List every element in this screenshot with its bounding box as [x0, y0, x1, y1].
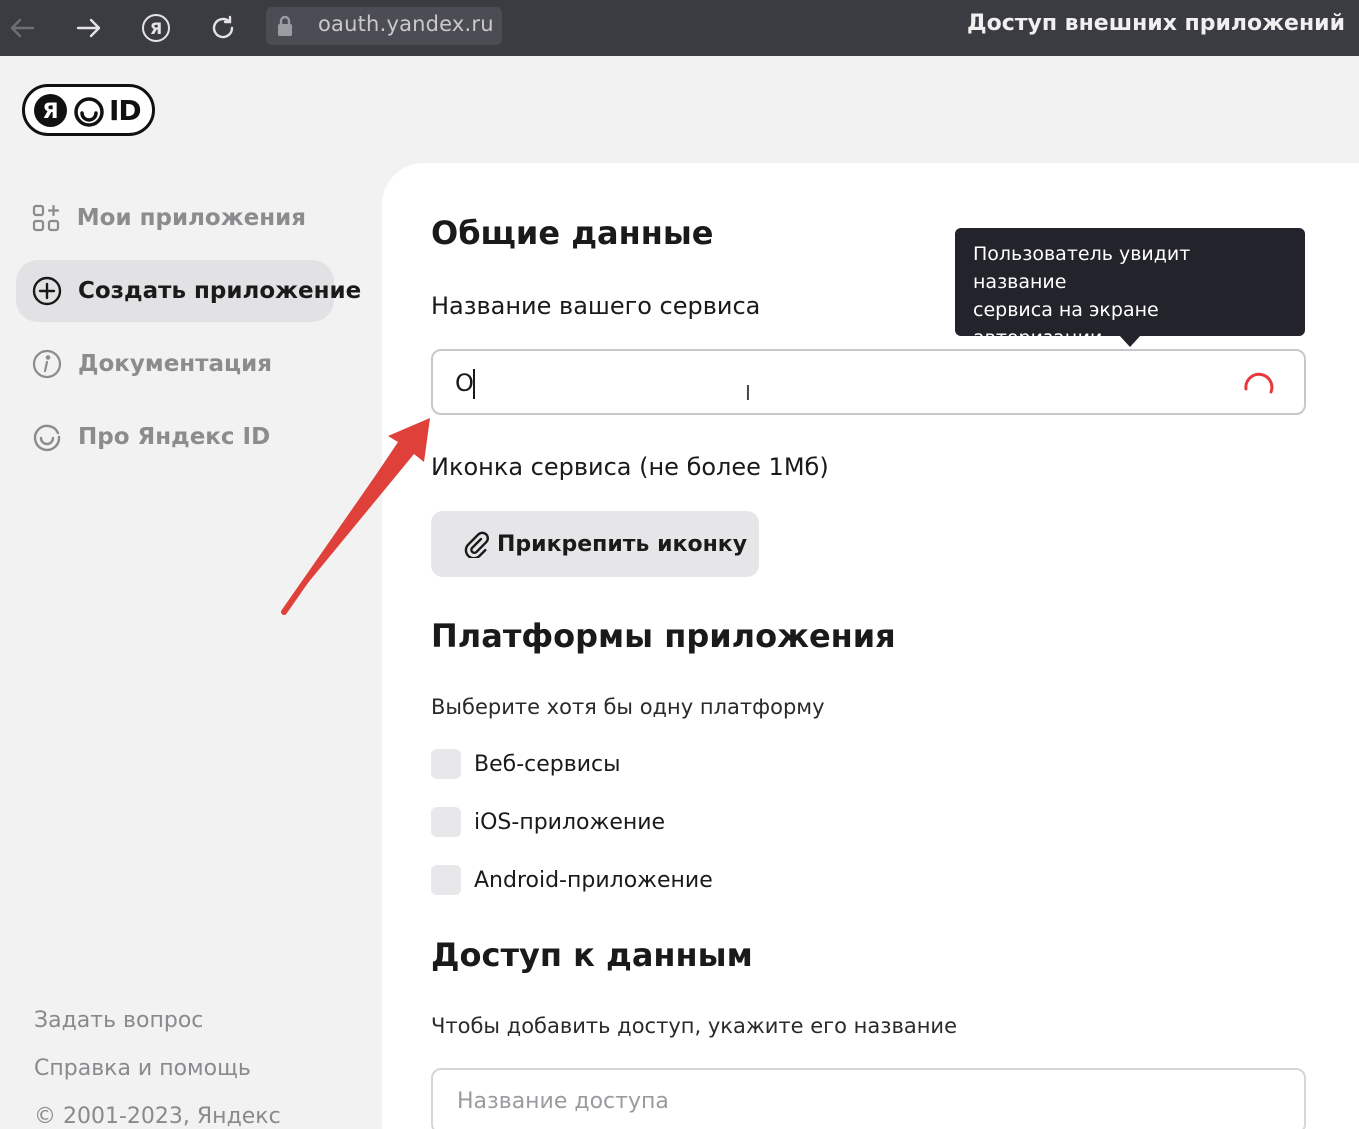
sidebar-item-about-yandex-id[interactable]: Про Яндекс ID	[16, 406, 306, 468]
help-link[interactable]: Справка и помощь	[34, 1056, 251, 1081]
sidebar-item-label: Создать приложение	[78, 278, 362, 304]
yandex-id-logo[interactable]: Я ID	[22, 84, 155, 136]
svg-text:Я: Я	[150, 19, 162, 38]
smile-icon	[73, 96, 105, 132]
plus-circle-icon	[32, 276, 62, 306]
yandex-browser-icon[interactable]: Я	[138, 10, 174, 46]
tooltip-tail	[1119, 335, 1141, 347]
access-name-field[interactable]	[431, 1068, 1306, 1129]
logo-id-text: ID	[109, 94, 142, 127]
attach-icon-button[interactable]: Прикрепить иконку	[431, 511, 759, 577]
browser-toolbar: Я oauth.yandex.ru Доступ внешних приложе…	[0, 0, 1359, 56]
checkbox-label[interactable]: iOS-приложение	[474, 810, 665, 835]
checkbox-label[interactable]: Веб-сервисы	[474, 752, 620, 777]
sidebar-item-label: Документация	[78, 351, 272, 377]
platform-ios-option[interactable]: iOS-приложение	[431, 806, 665, 838]
platforms-hint: Выберите хотя бы одну платформу	[431, 695, 825, 719]
logo-ya-mark: Я	[34, 94, 67, 127]
data-access-hint: Чтобы добавить доступ, укажите его назва…	[431, 1014, 957, 1038]
text-cursor-icon: I	[745, 381, 751, 405]
copyright-text: © 2001-2023, Яндекс	[34, 1104, 281, 1129]
sidebar-item-label: Мои приложения	[76, 205, 306, 231]
platform-android-option[interactable]: Android-приложение	[431, 864, 713, 896]
platforms-heading: Платформы приложения	[431, 617, 896, 655]
platform-web-option[interactable]: Веб-сервисы	[431, 748, 620, 780]
general-data-heading: Общие данные	[431, 214, 714, 252]
sidebar-item-documentation[interactable]: Документация	[16, 333, 306, 395]
back-arrow-icon[interactable]	[4, 10, 40, 46]
window-title: Доступ внешних приложений	[966, 11, 1345, 36]
loading-spinner-icon	[1242, 367, 1276, 405]
checkbox[interactable]	[431, 749, 461, 779]
yandex-id-smile-icon	[32, 422, 62, 452]
apps-grid-icon	[32, 203, 61, 233]
checkbox[interactable]	[431, 865, 461, 895]
forward-arrow-icon[interactable]	[71, 10, 107, 46]
paperclip-icon	[463, 530, 489, 558]
service-icon-label: Иконка сервиса (не более 1Мб)	[431, 453, 829, 481]
service-name-input[interactable]: О I	[431, 349, 1306, 415]
service-name-tooltip: Пользователь увидит название сервиса на …	[955, 228, 1305, 349]
data-access-heading: Доступ к данным	[431, 936, 753, 974]
checkbox[interactable]	[431, 807, 461, 837]
attach-button-label: Прикрепить иконку	[497, 531, 748, 557]
url-text[interactable]: oauth.yandex.ru	[318, 12, 494, 36]
sidebar-item-my-apps[interactable]: Мои приложения	[16, 187, 306, 249]
sidebar-item-create-app[interactable]: Создать приложение	[16, 260, 361, 322]
info-circle-icon	[32, 349, 62, 379]
lock-icon	[276, 14, 294, 42]
service-name-label: Название вашего сервиса	[431, 292, 761, 320]
sidebar-item-label: Про Яндекс ID	[78, 424, 271, 450]
reload-icon[interactable]	[205, 10, 241, 46]
checkbox-label[interactable]: Android-приложение	[474, 868, 713, 893]
tooltip-line: Пользователь увидит название	[973, 243, 1191, 293]
tooltip-line: сервиса на экране	[973, 299, 1159, 321]
ask-question-link[interactable]: Задать вопрос	[34, 1008, 203, 1033]
service-name-value[interactable]: О	[455, 369, 474, 397]
text-caret	[473, 369, 475, 399]
access-name-input[interactable]	[433, 1070, 1304, 1129]
